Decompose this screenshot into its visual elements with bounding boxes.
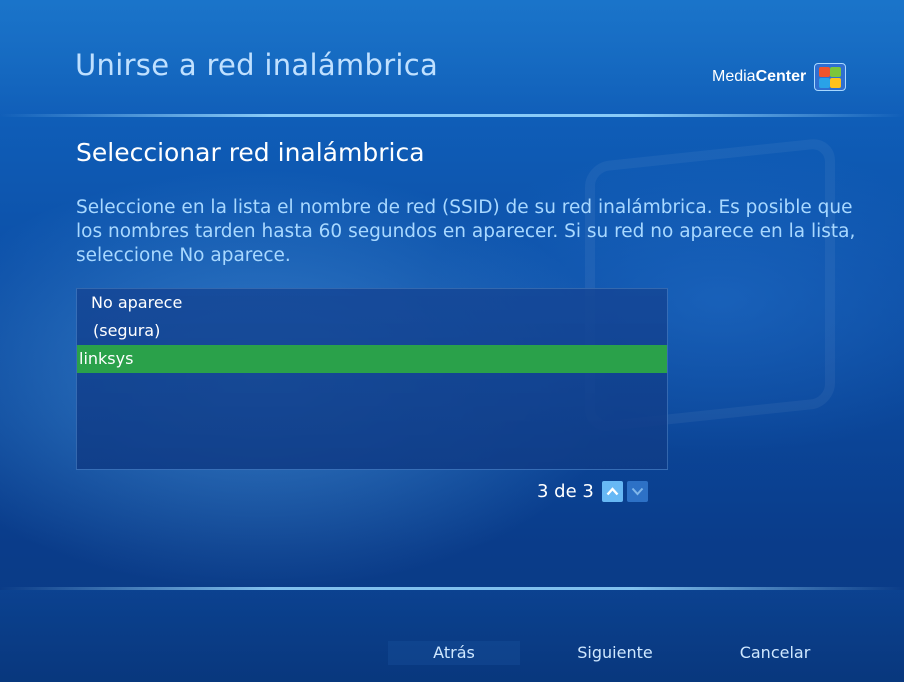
instructions-text: Seleccione en la lista el nombre de red … [76,197,856,266]
network-item-linksys[interactable]: linksys [77,345,667,373]
header-divider [0,114,904,117]
next-button[interactable]: Siguiente [540,641,690,665]
windows-flag-icon [814,63,847,91]
chevron-up-icon[interactable] [601,480,623,502]
page-title: Unirse a red inalámbrica [75,48,439,82]
section-title: Seleccionar red inalámbrica [76,138,425,167]
chevron-down-icon[interactable] [626,480,648,502]
footer-band [0,590,904,682]
network-item-segura[interactable]: (segura) [77,317,667,345]
logo-media-text: Media [712,68,756,85]
network-item-no-aparece[interactable]: No aparece [77,289,667,317]
network-list[interactable]: No aparece (segura) linksys [76,288,668,470]
logo-center-text: Center [755,68,807,85]
back-button[interactable]: Atrás [388,641,520,665]
cancel-button[interactable]: Cancelar [700,641,850,665]
list-pager: 3 de 3 [537,478,648,504]
page-indicator: 3 de 3 [537,480,594,502]
media-center-logo: Media Center [712,62,847,92]
